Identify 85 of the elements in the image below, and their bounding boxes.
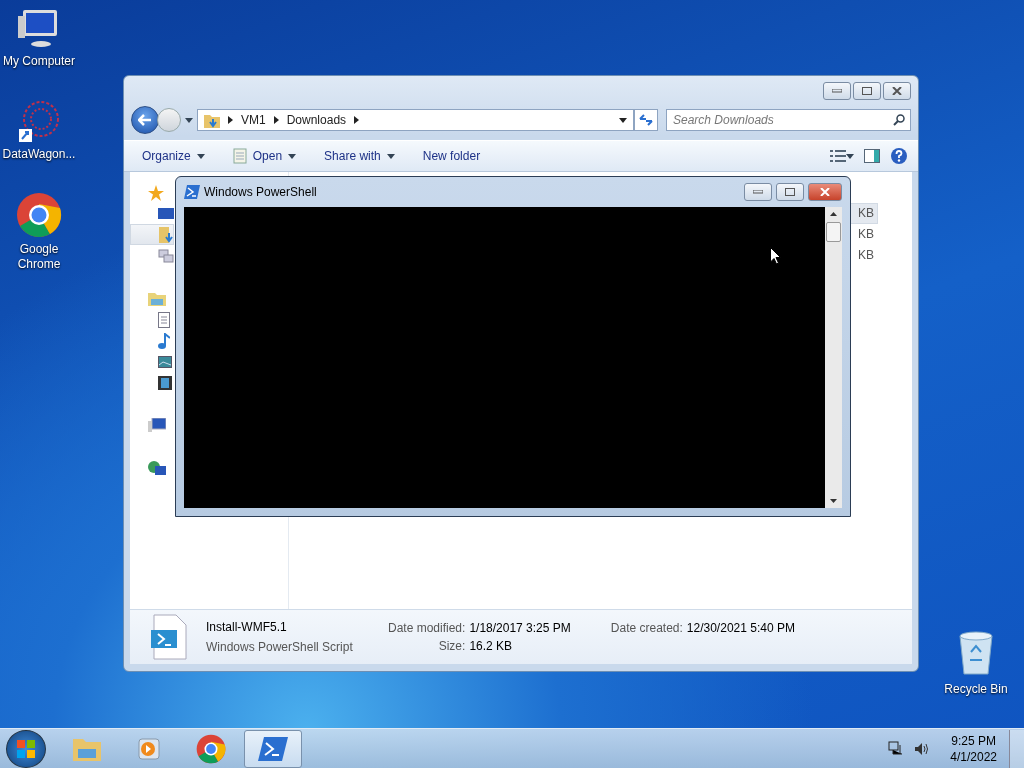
back-button[interactable]: [131, 106, 159, 134]
maximize-icon: [785, 188, 795, 196]
folder-icon: [159, 226, 173, 243]
start-button[interactable]: [6, 729, 46, 768]
down-arrow-icon[interactable]: [830, 499, 837, 503]
speaker-icon[interactable]: [914, 741, 931, 756]
mouse-cursor-icon: [770, 247, 781, 265]
windows-logo-icon: [17, 739, 35, 758]
dropdown-caret-icon[interactable]: [185, 117, 193, 123]
search-field[interactable]: Search Downloads: [666, 109, 911, 131]
breadcrumb-item[interactable]: VM1: [241, 113, 266, 127]
notepad-icon: [232, 148, 247, 164]
minimize-icon: [753, 190, 763, 194]
library-folder-icon: [148, 291, 166, 306]
computer-icon: [148, 418, 166, 433]
toolbar-button[interactable]: Open: [224, 144, 305, 168]
chevron-icon[interactable]: [354, 116, 360, 124]
close-icon: [820, 188, 830, 196]
chrome-icon: [196, 733, 226, 764]
powershell-script-file-icon: [150, 614, 188, 660]
file-name: Install-WMF5.1: [206, 619, 288, 635]
dropdown-caret-icon[interactable]: [619, 117, 627, 123]
scrollbar[interactable]: [825, 207, 842, 508]
toolbar-button[interactable]: Share with: [316, 145, 403, 167]
maximize-button[interactable]: [776, 183, 804, 201]
property-value: 1/18/2017 3:25 PM: [469, 621, 572, 635]
desktop-icon-label[interactable]: My Computer: [3, 54, 75, 69]
film-strip-icon: [158, 375, 172, 390]
network-graph-icon[interactable]: [17, 99, 61, 143]
recent-places-icon: [158, 248, 174, 263]
clock-date[interactable]: 4/1/2022: [950, 749, 997, 764]
view-list-icon[interactable]: [830, 150, 846, 162]
desktop-icon: [158, 207, 174, 220]
clock-time[interactable]: 9:25 PM: [951, 733, 996, 748]
file-size: KB: [857, 247, 875, 264]
dropdown-caret-icon: [386, 153, 395, 159]
toolbar-button[interactable]: New folder: [414, 145, 489, 167]
scroll-thumb[interactable]: [826, 222, 841, 242]
file-type: Windows PowerShell Script: [206, 639, 354, 655]
media-player-icon: [136, 735, 162, 762]
left-arrow-icon: [138, 114, 152, 126]
minimize-icon: [832, 89, 842, 93]
property-value: 16.2 KB: [469, 639, 514, 653]
star-icon: [148, 184, 164, 201]
refresh-arrows-icon: [639, 114, 653, 126]
minimize-button[interactable]: [823, 82, 851, 100]
address-bar[interactable]: VM1 Downloads: [197, 109, 634, 131]
close-button[interactable]: [883, 82, 911, 100]
property-value: 12/30/2021 5:40 PM: [686, 621, 795, 635]
network-icon: [148, 460, 166, 477]
dropdown-caret-icon: [196, 153, 205, 159]
close-button[interactable]: [808, 183, 842, 201]
up-arrow-icon[interactable]: [830, 212, 837, 216]
maximize-icon: [862, 87, 872, 95]
file-size: KB: [857, 226, 875, 243]
desktop-icon-label[interactable]: Recycle Bin: [944, 682, 1008, 697]
preview-pane-icon[interactable]: [864, 149, 880, 163]
folder-icon: [204, 112, 220, 128]
picture-icon: [158, 355, 172, 368]
chevron-icon[interactable]: [273, 116, 279, 124]
toolbar-button[interactable]: Organize: [134, 145, 213, 167]
search-icon: [893, 114, 905, 126]
window-title: Windows PowerShell: [204, 185, 317, 199]
taskbar-button[interactable]: [244, 729, 302, 768]
chevron-icon[interactable]: [228, 116, 233, 124]
network-icon[interactable]: [888, 740, 905, 757]
property-label: Size:: [437, 639, 466, 653]
desktop-icon-label[interactable]: Google Chrome: [1, 242, 77, 272]
breadcrumb-item[interactable]: Downloads: [286, 113, 347, 127]
recycle-bin-icon[interactable]: [957, 630, 995, 676]
close-icon: [892, 87, 902, 95]
desktop-icon-label[interactable]: DataWagon...: [2, 147, 76, 162]
minimize-button[interactable]: [744, 183, 772, 201]
document-icon: [158, 311, 170, 328]
chrome-icon[interactable]: [16, 192, 62, 238]
property-label: Date modified:: [388, 621, 466, 635]
powershell-icon: [184, 185, 200, 199]
dropdown-caret-icon[interactable]: [846, 153, 854, 159]
maximize-button[interactable]: [853, 82, 881, 100]
dropdown-caret-icon: [288, 153, 297, 159]
refresh-button[interactable]: [634, 109, 658, 131]
property-label: Date created:: [610, 621, 683, 635]
powershell-icon: [258, 736, 288, 761]
music-note-icon: [158, 332, 170, 349]
help-icon[interactable]: [890, 147, 908, 165]
